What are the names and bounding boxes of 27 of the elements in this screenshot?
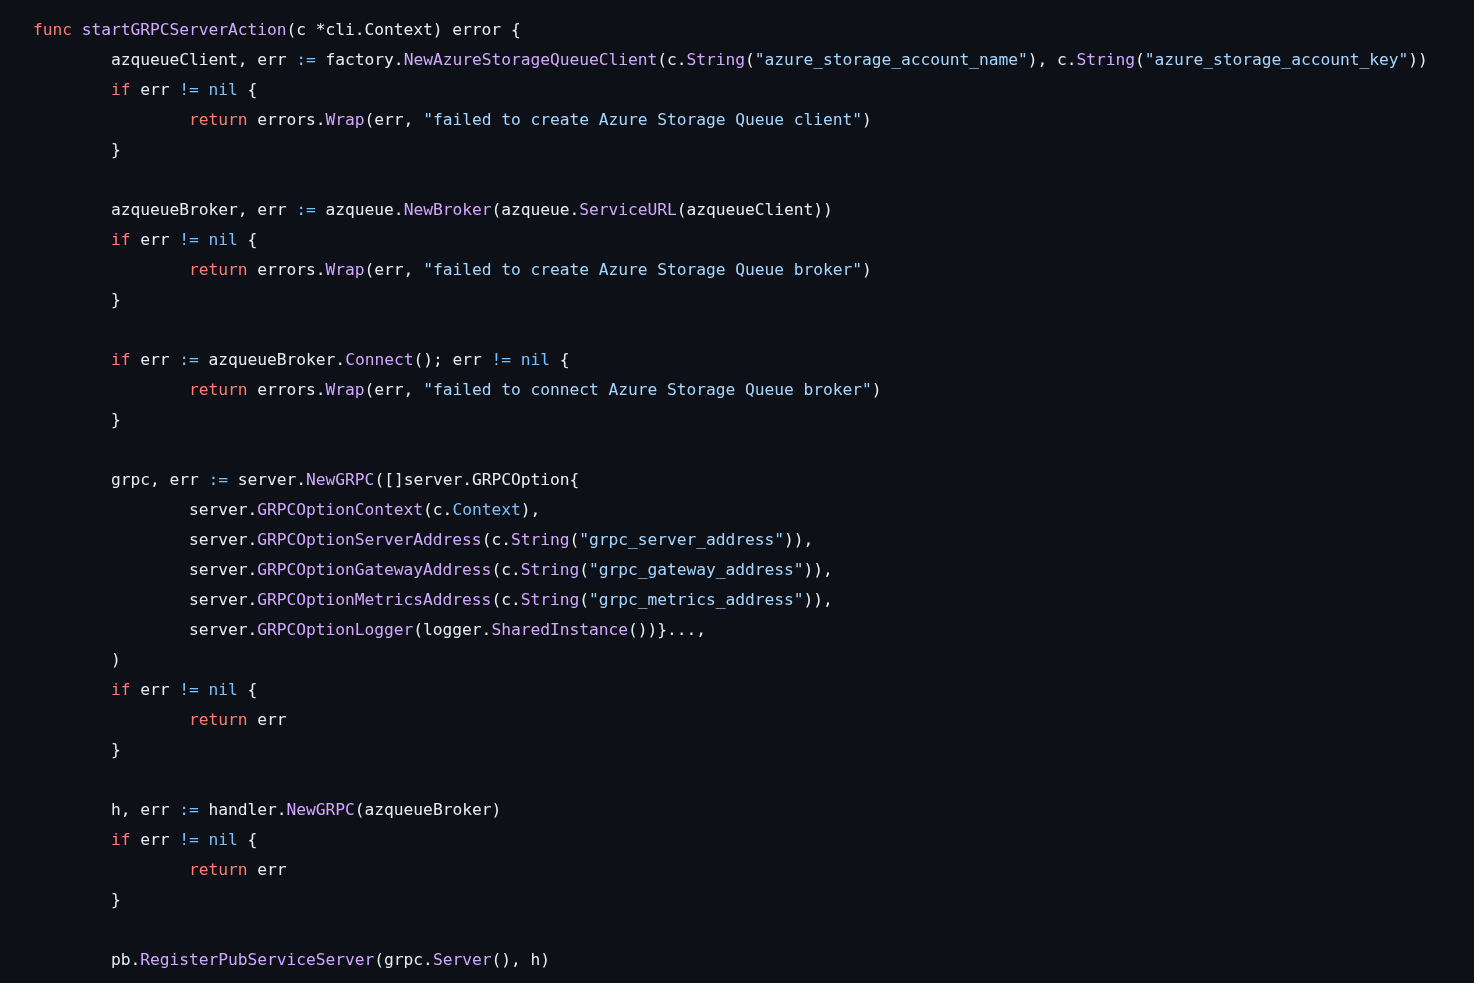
code-line: ) <box>110 649 121 671</box>
code-line: if err != nil { <box>110 79 258 101</box>
code-line: azqueueClient, err := factory.NewAzureStorageQueueClient(c.String("azure_storage_account_name"), c.String("azure_storage_account_key")) <box>110 49 1428 71</box>
code-line: server.GRPCOptionMetricsAddress(c.String("grpc_metrics_address")), <box>188 589 833 611</box>
code-line: if err != nil { <box>110 829 258 851</box>
code-line: if err := azqueueBroker.Connect(); err != nil { <box>110 349 570 371</box>
code-line: return errors.Wrap(err, "failed to connect Azure Storage Queue broker") <box>188 379 882 401</box>
code-line: server.GRPCOptionLogger(logger.SharedInstance())}..., <box>188 619 706 641</box>
code-line: if err != nil { <box>110 679 258 701</box>
code-line: } <box>110 409 121 431</box>
code-line: server.GRPCOptionServerAddress(c.String("grpc_server_address")), <box>188 529 814 551</box>
code-line: return err <box>188 709 287 731</box>
code-line: if err != nil { <box>110 229 258 251</box>
code-line: return err <box>188 859 287 881</box>
code-line: pb.RegisterPubServiceServer(grpc.Server(), h) <box>110 949 550 971</box>
code-line: } <box>110 139 121 161</box>
code-line: h, err := handler.NewGRPC(azqueueBroker) <box>110 799 502 821</box>
code-line: } <box>110 289 121 311</box>
code-line: azqueueBroker, err := azqueue.NewBroker(azqueue.ServiceURL(azqueueClient)) <box>110 199 833 221</box>
code-line: return errors.Wrap(err, "failed to create Azure Storage Queue broker") <box>188 259 872 281</box>
code-line: server.GRPCOptionGatewayAddress(c.String("grpc_gateway_address")), <box>188 559 833 581</box>
code-line: return errors.Wrap(err, "failed to create Azure Storage Queue client") <box>188 109 872 131</box>
code-line: func startGRPCServerAction(c *cli.Context) error { <box>33 19 521 41</box>
code-line: server.GRPCOptionContext(c.Context), <box>188 499 541 521</box>
code-line: grpc, err := server.NewGRPC([]server.GRPCOption{ <box>110 469 580 491</box>
code-line: } <box>110 739 121 761</box>
code-line: } <box>110 889 121 911</box>
